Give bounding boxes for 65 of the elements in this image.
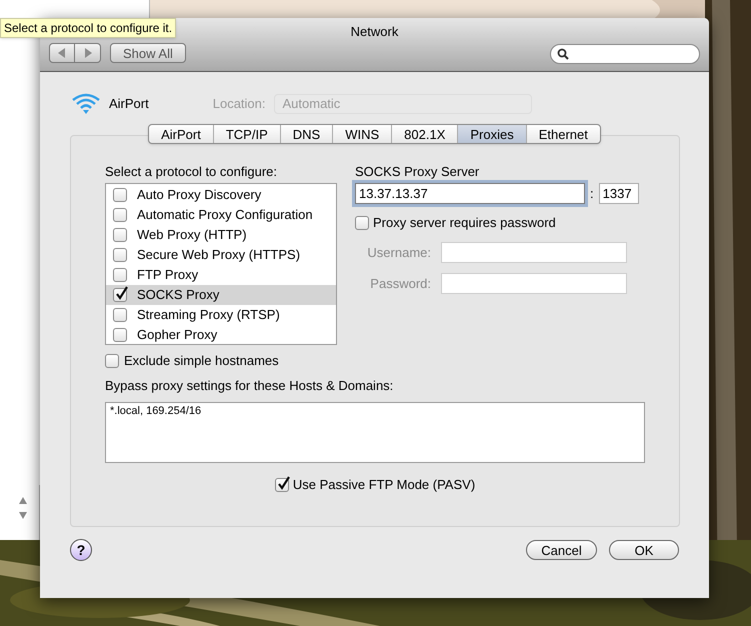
protocol-name: SOCKS Proxy bbox=[137, 286, 220, 304]
protocol-name: Web Proxy (HTTP) bbox=[137, 226, 247, 244]
tab[interactable]: WINS bbox=[332, 125, 392, 143]
checkmark-icon bbox=[115, 286, 128, 300]
service-name: AirPort bbox=[109, 95, 149, 114]
search-icon bbox=[557, 48, 569, 60]
help-button[interactable]: ? bbox=[70, 539, 92, 561]
checkmark-icon bbox=[276, 476, 290, 490]
protocol-row[interactable]: Automatic Proxy Configuration bbox=[106, 205, 336, 225]
checkbox-label: Use Passive FTP Mode (PASV) bbox=[292, 476, 476, 494]
ok-button[interactable]: OK bbox=[609, 540, 679, 560]
protocol-row[interactable]: Streaming Proxy (RTSP) bbox=[106, 305, 336, 325]
cancel-button[interactable]: Cancel bbox=[526, 540, 597, 560]
search-field[interactable] bbox=[550, 44, 700, 64]
tab[interactable]: Ethernet bbox=[526, 125, 600, 143]
tab[interactable]: Proxies bbox=[457, 125, 526, 143]
location-label: Location: bbox=[212, 95, 266, 114]
protocol-row[interactable]: FTP Proxy bbox=[106, 265, 336, 285]
checkbox[interactable] bbox=[113, 208, 127, 222]
port-field[interactable]: 1337 bbox=[598, 183, 639, 204]
back-button[interactable] bbox=[49, 43, 75, 63]
tab[interactable]: AirPort bbox=[149, 125, 213, 143]
protocol-name: Secure Web Proxy (HTTPS) bbox=[137, 246, 300, 264]
protocol-list[interactable]: Auto Proxy Discovery Automatic Proxy Configuration Web Proxy (HTTP) Secure Web Proxy (HTTPS) FTP Proxy SOCKS Proxy Streaming Proxy (RTSP) Gopher Proxy bbox=[105, 183, 337, 345]
checkbox[interactable] bbox=[113, 188, 127, 202]
protocol-name: FTP Proxy bbox=[137, 266, 198, 284]
protocol-name: Streaming Proxy (RTSP) bbox=[137, 306, 280, 324]
wifi-icon bbox=[70, 92, 102, 116]
left-triangle-icon bbox=[58, 48, 66, 58]
tooltip: Select a protocol to configure it. bbox=[0, 18, 176, 38]
field-label: Password: bbox=[369, 274, 432, 293]
protocol-name: Gopher Proxy bbox=[137, 326, 218, 344]
field-label: Username: bbox=[366, 244, 432, 262]
checkbox-label: Proxy server requires password bbox=[373, 214, 556, 232]
protocol-row[interactable]: Secure Web Proxy (HTTPS) bbox=[106, 245, 336, 265]
tab[interactable]: TCP/IP bbox=[212, 125, 280, 143]
checkbox[interactable] bbox=[113, 288, 127, 302]
protocol-row[interactable]: Web Proxy (HTTP) bbox=[106, 225, 336, 245]
bypass-label: Bypass proxy settings for these Hosts & Domains: bbox=[105, 378, 394, 394]
host-field[interactable]: 13.37.13.37 bbox=[355, 183, 585, 204]
checkbox[interactable] bbox=[113, 308, 127, 322]
protocol-list-label: Select a protocol to configure: bbox=[105, 164, 278, 180]
port-separator: : bbox=[590, 184, 594, 203]
right-triangle-icon bbox=[84, 48, 92, 58]
protocol-row[interactable]: SOCKS Proxy bbox=[106, 285, 336, 305]
scroll-up-icon[interactable] bbox=[17, 495, 29, 507]
checkbox[interactable] bbox=[105, 354, 119, 368]
checkbox[interactable] bbox=[113, 328, 127, 342]
forward-button[interactable] bbox=[75, 43, 101, 63]
protocol-name: Automatic Proxy Configuration bbox=[137, 206, 313, 224]
show-all-button[interactable]: Show All bbox=[110, 43, 186, 63]
checkbox-label: Exclude simple hostnames bbox=[124, 352, 279, 370]
checkbox[interactable] bbox=[274, 478, 289, 492]
window-title: Network bbox=[350, 23, 398, 41]
tab[interactable]: DNS bbox=[280, 125, 332, 143]
checkbox[interactable] bbox=[355, 216, 369, 230]
bypass-field[interactable]: *.local, 169.254/16 bbox=[105, 402, 645, 463]
server-label: SOCKS Proxy Server bbox=[355, 164, 480, 180]
scroll-down-icon[interactable] bbox=[17, 509, 29, 521]
protocol-name: Auto Proxy Discovery bbox=[137, 186, 262, 204]
protocol-row[interactable]: Gopher Proxy bbox=[106, 325, 336, 345]
protocol-row[interactable]: Auto Proxy Discovery bbox=[106, 185, 336, 205]
checkbox[interactable] bbox=[113, 248, 127, 262]
checkbox[interactable] bbox=[113, 228, 127, 242]
checkbox[interactable] bbox=[113, 268, 127, 282]
